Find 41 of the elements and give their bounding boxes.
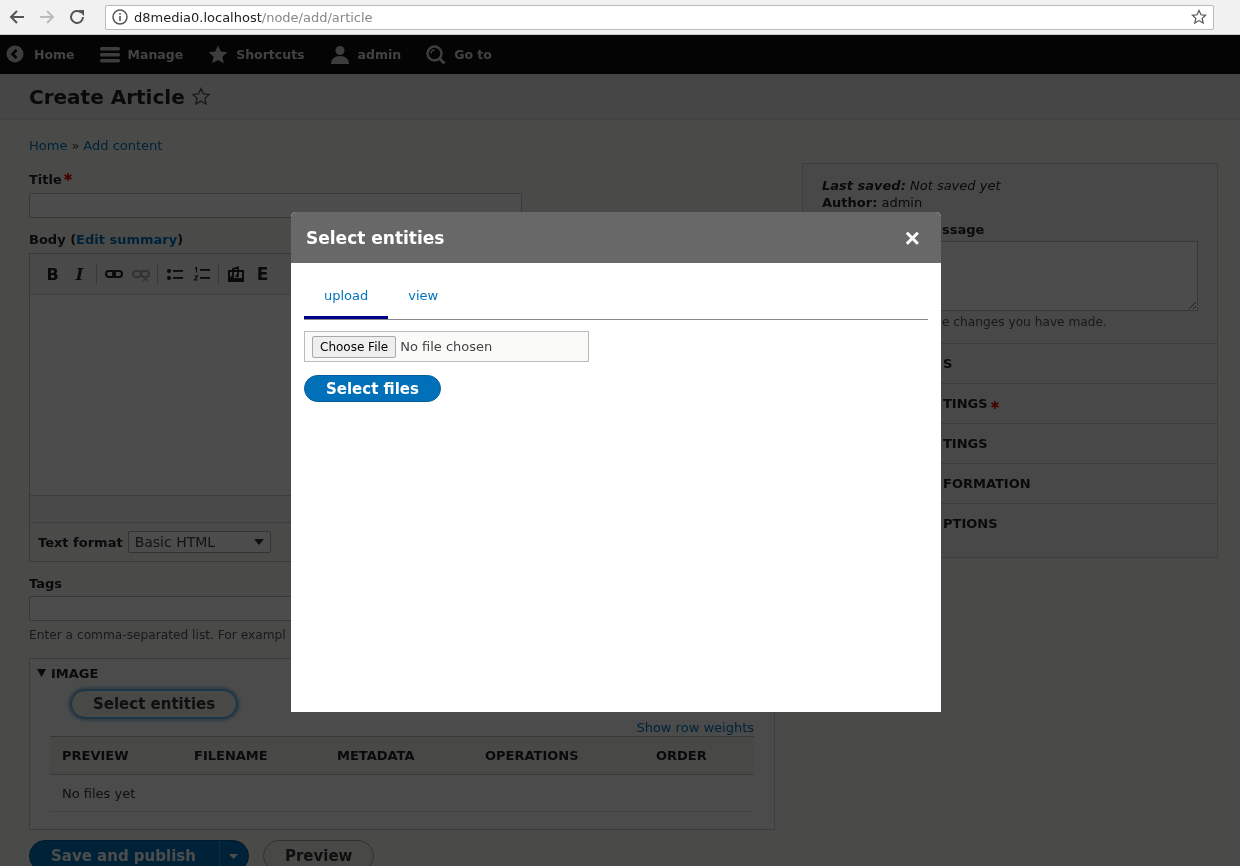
section-heading[interactable]: PTIONS [943,516,998,531]
forward-arrow-icon [38,8,56,26]
column-header: METADATA [337,748,416,763]
file-status-text: No file chosen [400,339,493,354]
edit-summary-link[interactable]: Edit summary [76,232,178,247]
url-text: d8media0.localhost/node/add/article [134,9,374,25]
field-label: ssage [942,222,985,237]
column-header: ORDER [656,748,708,763]
star-outline-icon [1191,9,1207,25]
author-text: Author: admin [822,195,924,211]
field-label: Tags [29,575,62,593]
breadcrumb-separator: » [71,137,80,155]
file-input[interactable]: Choose File No file chosen [304,331,589,362]
dialog-title: Select entities [306,227,445,248]
field-label: Title [29,171,62,189]
bold-button[interactable]: B [39,264,66,284]
reload-icon [68,8,86,26]
column-header: OPERATIONS [485,748,580,763]
italic-button[interactable]: I [66,264,93,284]
column-header: FILENAME [194,748,269,763]
section-heading[interactable]: TINGS [943,396,988,411]
tab[interactable]: view [388,281,459,319]
embed-button[interactable]: E [249,264,276,284]
field-label: Text format [38,534,123,550]
table-cell: No files yet [62,785,136,801]
info-icon [112,9,128,25]
show-row-weights-link[interactable]: Show row weights [636,720,754,736]
close-button[interactable]: × [898,224,926,251]
address-bar[interactable]: d8media0.localhost/node/add/article [105,4,1214,30]
page-title: Create Article [29,84,185,109]
fieldset-legend[interactable]: IMAGE [51,665,99,681]
field-label: Body (Edit summary) [29,231,184,249]
section-heading[interactable]: S [943,356,953,371]
select-files-button[interactable]: Select files [304,375,441,402]
column-header: PREVIEW [62,748,130,763]
section-heading[interactable]: FORMATION [943,476,1031,491]
section-heading[interactable]: TINGS [943,436,988,451]
back-arrow-icon [8,8,26,26]
choose-file-button[interactable]: Choose File [312,335,397,358]
tab[interactable]: upload [304,281,389,319]
last-saved-text: Last saved: Not saved yet [822,178,1002,194]
